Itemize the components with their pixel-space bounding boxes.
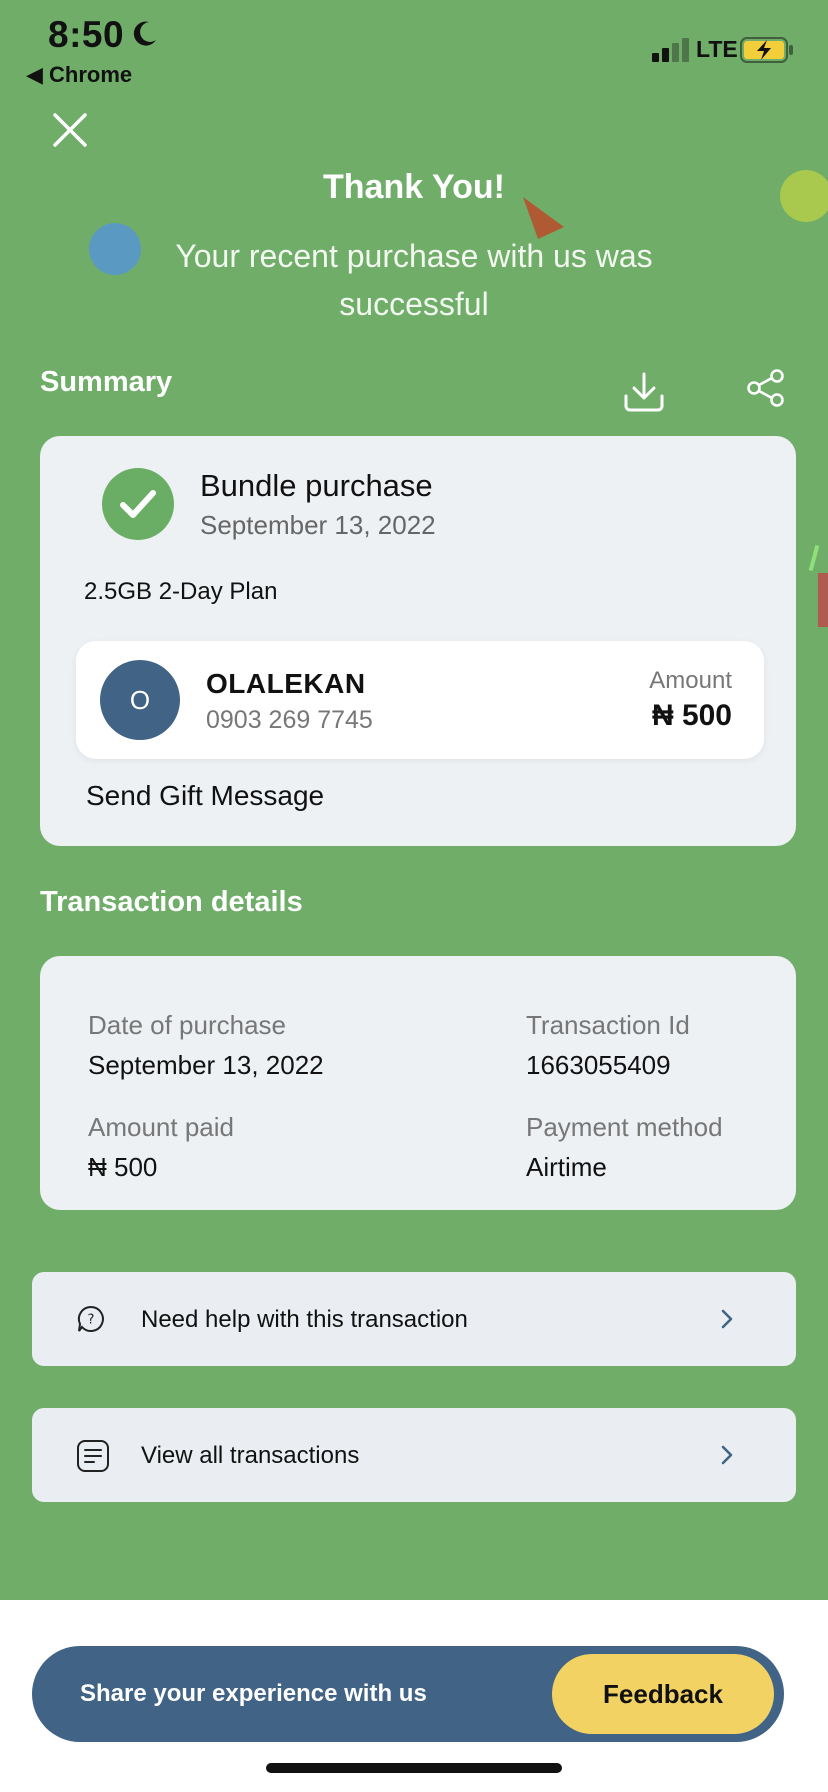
page-subtitle: Your recent purchase with us was success… (175, 238, 653, 322)
payment-method-value: Airtime (526, 1152, 607, 1182)
amount-paid-label: Amount paid (88, 1112, 234, 1142)
transaction-id-label: Transaction Id (526, 1010, 690, 1040)
send-gift-message-link[interactable]: Send Gift Message (86, 780, 324, 812)
transaction-id-value: 1663055409 (526, 1050, 671, 1080)
confetti-dot (89, 223, 141, 275)
svg-text:?: ? (88, 1313, 95, 1328)
chevron-right-icon (721, 1309, 733, 1329)
back-to-chrome-link[interactable]: ◀ Chrome (26, 62, 132, 88)
feedback-prompt: Share your experience with us (80, 1680, 427, 1707)
help-chat-icon: ? (77, 1305, 104, 1332)
check-icon (120, 490, 156, 518)
date-of-purchase-label: Date of purchase (88, 1010, 287, 1040)
amount-label: Amount (649, 667, 732, 694)
transaction-details-title: Transaction details (40, 886, 303, 918)
battery-charging-icon (740, 37, 793, 63)
feedback-button[interactable]: Feedback (552, 1654, 774, 1734)
recipient-phone: 0903 269 7745 (206, 706, 373, 734)
download-icon[interactable] (622, 370, 666, 414)
amount-paid-value: ₦ 500 (88, 1152, 158, 1182)
help-transaction-label: Need help with this transaction (141, 1306, 468, 1333)
share-icon[interactable] (746, 368, 786, 408)
success-badge (102, 468, 174, 540)
purchase-title: Bundle purchase (200, 468, 433, 503)
plan-name: 2.5GB 2-Day Plan (84, 578, 278, 605)
home-indicator[interactable] (266, 1763, 562, 1773)
summary-title: Summary (40, 366, 173, 398)
signal-icon (652, 38, 689, 62)
network-type: LTE (696, 36, 738, 62)
recipient-name: OLALEKAN (206, 668, 366, 699)
payment-method-label: Payment method (526, 1112, 723, 1142)
close-icon[interactable] (52, 112, 88, 148)
view-all-transactions-label: View all transactions (141, 1442, 360, 1469)
moon-icon (133, 21, 156, 46)
confetti-strip (818, 573, 828, 627)
status-time: 8:50 (48, 14, 125, 55)
avatar: O (100, 660, 180, 740)
page-title: Thank You! (323, 168, 505, 206)
amount-value: ₦ 500 (651, 699, 732, 732)
transactions-list-icon (77, 1440, 109, 1472)
chevron-right-icon (721, 1445, 733, 1465)
date-of-purchase-value: September 13, 2022 (88, 1050, 324, 1080)
purchase-date: September 13, 2022 (200, 510, 436, 540)
